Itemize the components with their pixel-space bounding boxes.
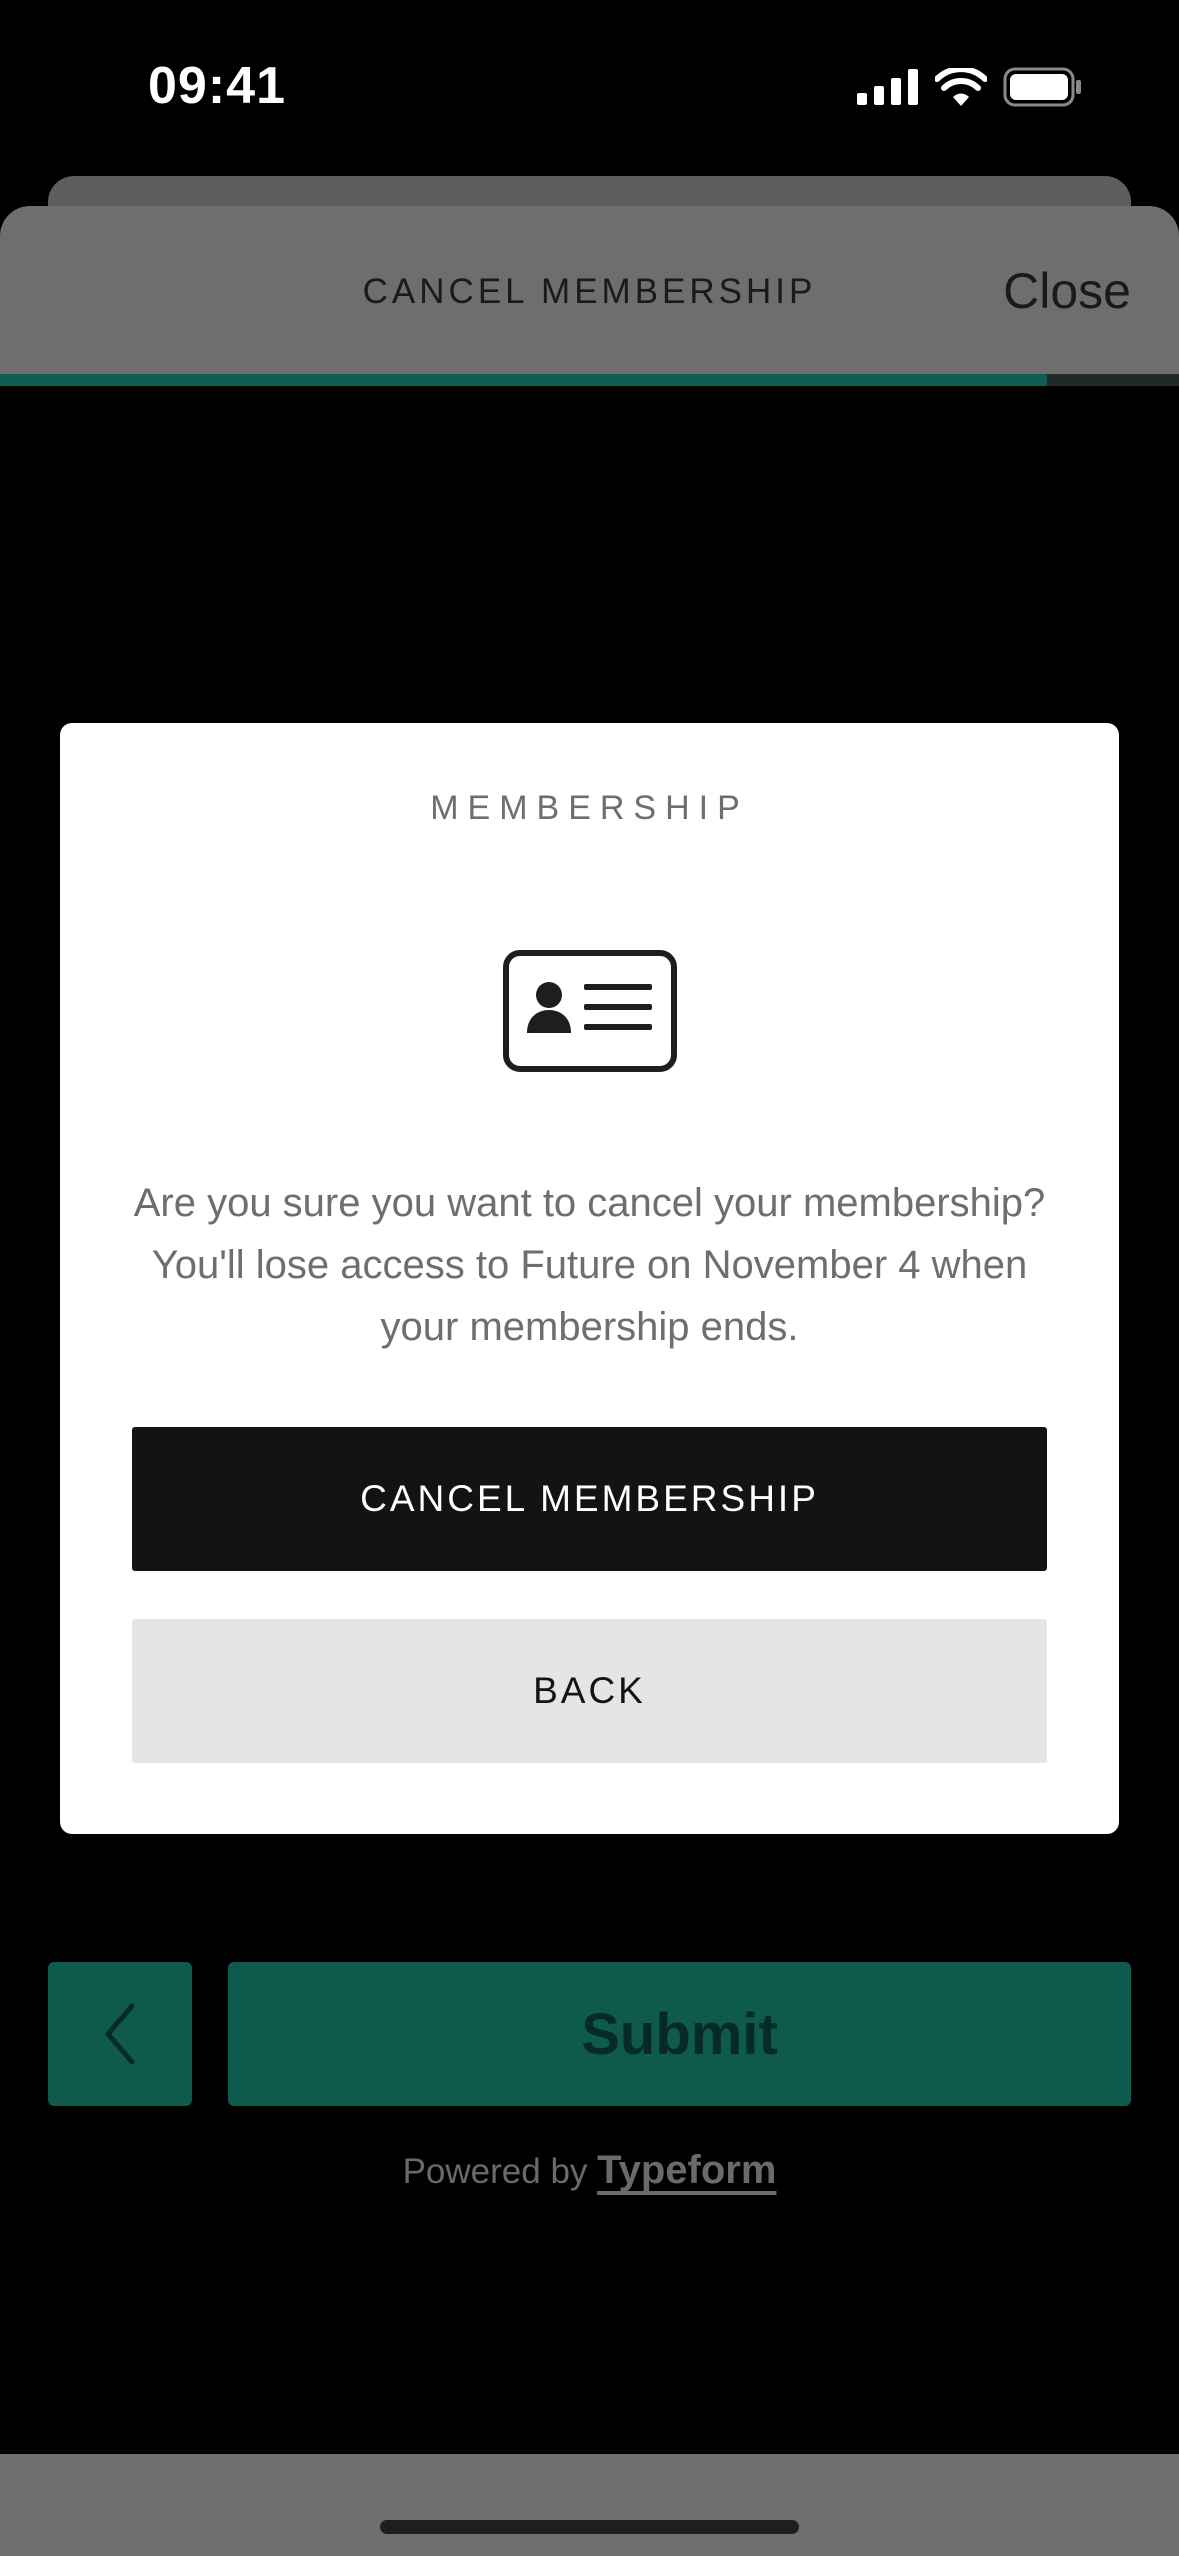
progress-fill bbox=[0, 374, 1047, 386]
close-button[interactable]: Close bbox=[1003, 262, 1131, 320]
dialog-message: Are you sure you want to cancel your mem… bbox=[133, 1181, 1046, 1349]
status-icons bbox=[857, 64, 1083, 110]
sheet-header: CANCEL MEMBERSHIP Close bbox=[0, 206, 1179, 374]
sheet-title: CANCEL MEMBERSHIP bbox=[362, 272, 817, 311]
membership-card-icon bbox=[503, 950, 677, 1072]
confirm-dialog: MEMBERSHIP Are you sure you want to canc… bbox=[60, 723, 1119, 1834]
status-bar: 09:41 bbox=[0, 0, 1179, 170]
progress-bar bbox=[0, 374, 1179, 386]
dialog-title: MEMBERSHIP bbox=[430, 789, 749, 827]
back-button[interactable]: BACK bbox=[132, 1619, 1047, 1763]
battery-icon bbox=[1003, 67, 1081, 107]
home-indicator[interactable] bbox=[380, 2520, 799, 2534]
wifi-icon bbox=[935, 68, 987, 106]
bottom-bar bbox=[0, 2454, 1179, 2556]
typeform-link[interactable]: Typeform bbox=[597, 2148, 776, 2192]
signal-icon bbox=[857, 69, 918, 105]
cancel-membership-button[interactable]: CANCEL MEMBERSHIP bbox=[132, 1427, 1047, 1571]
powered-by: Powered by Typeform bbox=[0, 2148, 1179, 2193]
previous-button[interactable] bbox=[48, 1962, 192, 2106]
submit-button[interactable]: Submit bbox=[228, 1962, 1131, 2106]
status-time: 09:41 bbox=[148, 57, 286, 115]
powered-by-prefix: Powered by bbox=[402, 2152, 588, 2191]
chevron-left-icon bbox=[105, 2003, 135, 2065]
